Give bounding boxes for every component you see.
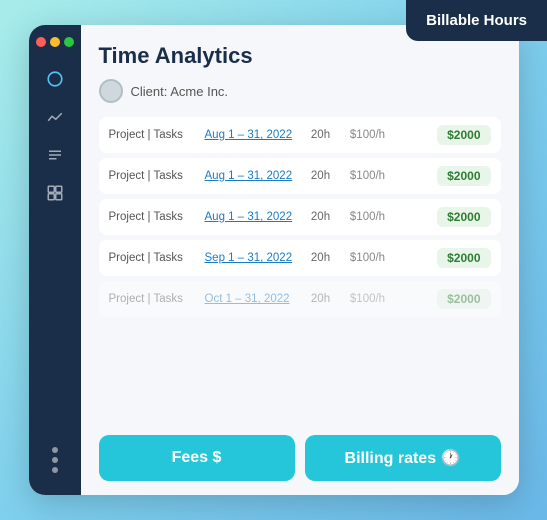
row-hours: 20h xyxy=(306,129,336,141)
table-row[interactable]: Project | Tasks Aug 1 – 31, 2022 20h $10… xyxy=(99,117,501,153)
row-amount: $2000 xyxy=(437,289,490,309)
row-project: Project | Tasks xyxy=(109,129,199,141)
row-rate: $100/h xyxy=(342,252,394,264)
row-amount: $2000 xyxy=(437,125,490,145)
window-controls xyxy=(36,37,74,47)
client-avatar xyxy=(99,79,123,103)
billing-rates-button[interactable]: Billing rates 🕐 xyxy=(305,435,501,481)
sidebar-dots xyxy=(52,447,58,473)
bottom-buttons: Fees $ Billing rates 🕐 xyxy=(99,435,501,481)
sidebar-dot-3 xyxy=(52,467,58,473)
dot-green[interactable] xyxy=(64,37,74,47)
sidebar-item-analytics[interactable] xyxy=(41,103,69,131)
row-hours: 20h xyxy=(306,293,336,305)
row-project: Project | Tasks xyxy=(109,170,199,182)
row-hours: 20h xyxy=(306,211,336,223)
dot-yellow[interactable] xyxy=(50,37,60,47)
row-date: Aug 1 – 31, 2022 xyxy=(205,170,300,182)
row-rate: $100/h xyxy=(342,211,394,223)
page-title: Time Analytics xyxy=(99,43,501,69)
row-rate: $100/h xyxy=(342,293,394,305)
row-project: Project | Tasks xyxy=(109,252,199,264)
dot-red[interactable] xyxy=(36,37,46,47)
sidebar-dot-2 xyxy=(52,457,58,463)
row-date: Sep 1 – 31, 2022 xyxy=(205,252,300,264)
sidebar-item-grid[interactable] xyxy=(41,179,69,207)
table-container: Project | Tasks Aug 1 – 31, 2022 20h $10… xyxy=(99,117,501,423)
row-hours: 20h xyxy=(306,252,336,264)
row-amount: $2000 xyxy=(437,248,490,268)
row-hours: 20h xyxy=(306,170,336,182)
client-label: Client: Acme Inc. xyxy=(131,84,229,99)
main-content: Time Analytics Client: Acme Inc. Project… xyxy=(81,25,519,495)
row-date: Oct 1 – 31, 2022 xyxy=(205,293,300,305)
table-row[interactable]: Project | Tasks Aug 1 – 31, 2022 20h $10… xyxy=(99,199,501,235)
row-date: Aug 1 – 31, 2022 xyxy=(205,129,300,141)
row-project: Project | Tasks xyxy=(109,293,199,305)
row-date: Aug 1 – 31, 2022 xyxy=(205,211,300,223)
table-row[interactable]: Project | Tasks Aug 1 – 31, 2022 20h $10… xyxy=(99,158,501,194)
sidebar-dot-1 xyxy=(52,447,58,453)
row-rate: $100/h xyxy=(342,170,394,182)
client-row: Client: Acme Inc. xyxy=(99,79,501,103)
row-rate: $100/h xyxy=(342,129,394,141)
billable-hours-badge: Billable Hours xyxy=(406,0,547,41)
table-row[interactable]: Project | Tasks Oct 1 – 31, 2022 20h $10… xyxy=(99,281,501,317)
row-amount: $2000 xyxy=(437,166,490,186)
sidebar xyxy=(29,25,81,495)
row-project: Project | Tasks xyxy=(109,211,199,223)
app-window: Time Analytics Client: Acme Inc. Project… xyxy=(29,25,519,495)
row-amount: $2000 xyxy=(437,207,490,227)
fees-button[interactable]: Fees $ xyxy=(99,435,295,481)
sidebar-item-home[interactable] xyxy=(41,65,69,93)
table-row[interactable]: Project | Tasks Sep 1 – 31, 2022 20h $10… xyxy=(99,240,501,276)
sidebar-item-list[interactable] xyxy=(41,141,69,169)
